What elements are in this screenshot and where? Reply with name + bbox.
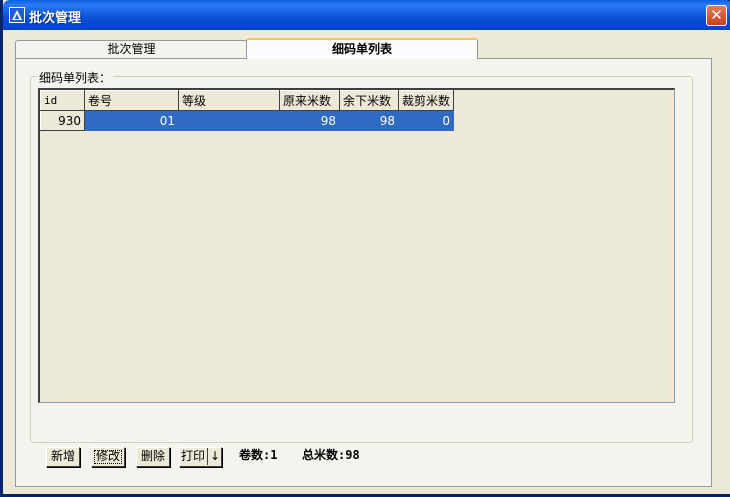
close-button[interactable]: ✕: [706, 5, 727, 26]
remaining-meters-cell[interactable]: 98: [339, 110, 399, 131]
close-icon: ✕: [710, 6, 723, 24]
print-label: 打印: [180, 449, 205, 463]
col-header-original-meters[interactable]: 原来米数: [279, 90, 340, 111]
col-header-id[interactable]: id: [40, 90, 85, 111]
grid-header-row: id 卷号 等级 原来米数 余下米数 裁剪米数: [40, 90, 455, 111]
app-icon: [9, 7, 25, 23]
window-title: 批次管理: [29, 11, 82, 26]
action-toolbar: 新增 修改 删除 打印 ↓ 卷数:1 总米数:98: [27, 443, 527, 467]
app-window: 批次管理 ✕ 批次管理 细码单列表 细码单列表： id 卷号 等级 原来米数 余…: [0, 0, 730, 497]
add-button[interactable]: 新增: [46, 447, 80, 467]
col-header-grade[interactable]: 等级: [178, 90, 280, 111]
title-bar[interactable]: 批次管理 ✕: [3, 0, 730, 30]
cut-meters-cell[interactable]: 0: [398, 110, 455, 131]
dropdown-arrow-icon: ↓: [206, 448, 220, 465]
roll-count: 卷数:1: [239, 448, 278, 462]
original-meters-cell[interactable]: 98: [279, 110, 340, 131]
col-header-remaining-meters[interactable]: 余下米数: [339, 90, 399, 111]
grade-cell[interactable]: [178, 110, 280, 131]
table-row[interactable]: 930 01 98 98 0: [40, 110, 455, 131]
roll-cell[interactable]: 01: [84, 110, 179, 131]
tab-panel: 细码单列表： id 卷号 等级 原来米数 余下米数 裁剪米数 930 01 98…: [15, 58, 712, 487]
tab-detail-list[interactable]: 细码单列表: [246, 38, 478, 59]
detail-grid[interactable]: id 卷号 等级 原来米数 余下米数 裁剪米数 930 01 98 98 0: [38, 88, 675, 403]
col-header-cut-meters[interactable]: 裁剪米数: [397, 90, 455, 111]
row-id-cell[interactable]: 930: [40, 110, 85, 131]
print-button[interactable]: 打印 ↓: [179, 447, 222, 467]
delete-button[interactable]: 删除: [136, 447, 170, 467]
col-header-roll[interactable]: 卷号: [84, 90, 179, 111]
edit-button[interactable]: 修改: [91, 447, 125, 467]
group-label: 细码单列表：: [37, 69, 114, 86]
client-area: 批次管理 细码单列表 细码单列表： id 卷号 等级 原来米数 余下米数 裁剪米…: [6, 30, 730, 494]
total-meters: 总米数:98: [302, 448, 360, 462]
detail-list-group: 细码单列表： id 卷号 等级 原来米数 余下米数 裁剪米数 930 01 98…: [30, 69, 693, 443]
tab-batch-management[interactable]: 批次管理: [15, 40, 248, 58]
